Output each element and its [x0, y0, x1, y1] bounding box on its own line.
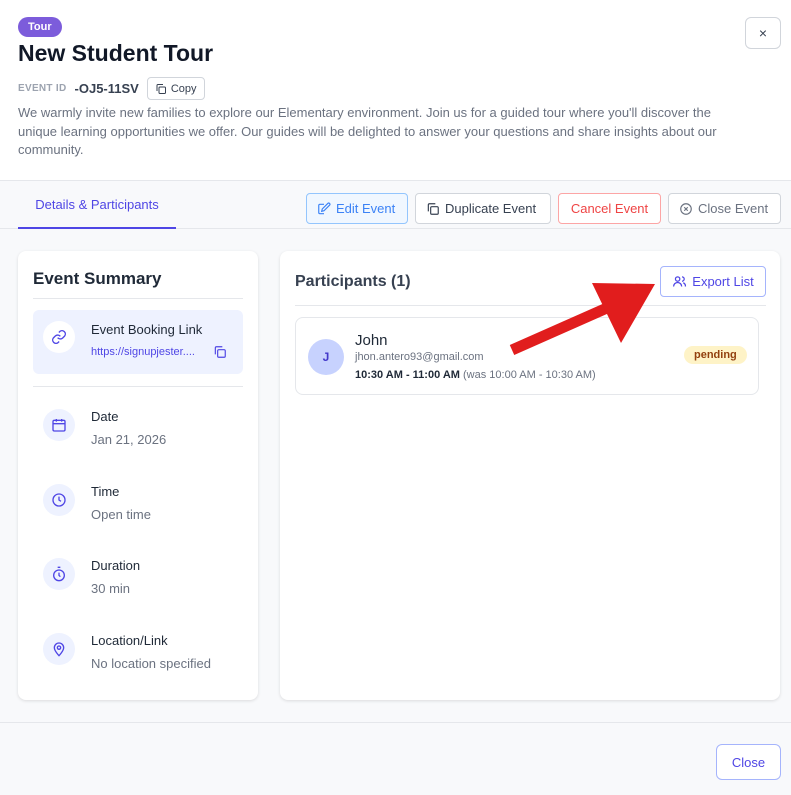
tab-details-participants[interactable]: Details & Participants	[18, 181, 176, 229]
divider	[33, 298, 243, 299]
close-modal-button[interactable]: ×	[745, 17, 781, 49]
modal-footer: Close	[0, 722, 791, 795]
location-item: Location/Link No location specified	[33, 633, 243, 683]
event-summary-title: Event Summary	[33, 269, 162, 288]
edit-event-button[interactable]: Edit Event	[306, 193, 408, 224]
close-icon: ×	[758, 25, 768, 41]
duplicate-event-label: Duplicate Event	[445, 201, 537, 216]
copy-link-icon[interactable]	[213, 345, 227, 359]
time-value: Open time	[91, 507, 151, 522]
divider	[33, 386, 243, 387]
event-id-label: EVENT ID	[18, 83, 67, 94]
export-list-button[interactable]: Export List	[660, 266, 766, 297]
location-label: Location/Link	[91, 633, 168, 648]
duration-item: Duration 30 min	[33, 558, 243, 608]
edit-icon	[317, 202, 331, 216]
stopwatch-icon	[43, 558, 75, 590]
close-event-label: Close Event	[698, 201, 769, 216]
status-badge: pending	[684, 346, 747, 364]
event-id-row: EVENT ID -OJ5-11SV Copy	[18, 77, 205, 100]
event-id-value: -OJ5-11SV	[74, 81, 139, 96]
participant-previous-slot: (was 10:00 AM - 10:30 AM)	[463, 369, 596, 381]
duplicate-event-button[interactable]: Duplicate Event	[415, 193, 551, 224]
users-icon	[672, 274, 687, 289]
date-value: Jan 21, 2026	[91, 432, 167, 447]
export-list-label: Export List	[692, 274, 754, 289]
event-title: New Student Tour	[18, 40, 214, 66]
date-item: Date Jan 21, 2026	[33, 409, 243, 459]
copy-label: Copy	[170, 82, 197, 95]
copy-event-id-button[interactable]: Copy	[146, 77, 205, 100]
link-icon	[43, 321, 75, 353]
date-label: Date	[91, 409, 119, 424]
avatar: J	[308, 339, 344, 375]
modal-content: Event Summary Event Booking Link https:/…	[0, 229, 791, 722]
duplicate-icon	[426, 202, 440, 216]
booking-link[interactable]: https://signupjester....	[91, 346, 206, 358]
event-type-badge: Tour	[18, 17, 62, 37]
participants-title: Participants (1)	[295, 273, 411, 290]
time-label: Time	[91, 484, 120, 499]
event-description: We warmly invite new families to explore…	[18, 105, 717, 157]
modal-header: Tour New Student Tour × EVENT ID -OJ5-11…	[0, 0, 791, 180]
annotation-arrow-icon	[509, 283, 655, 356]
map-pin-icon	[43, 633, 75, 665]
calendar-icon	[43, 409, 75, 441]
participant-email: jhon.antero93@gmail.com	[355, 351, 484, 363]
circle-x-icon	[679, 202, 693, 216]
close-event-button[interactable]: Close Event	[668, 193, 781, 224]
duration-value: 30 min	[91, 581, 131, 596]
duration-label: Duration	[91, 558, 141, 573]
booking-link-box: Event Booking Link https://signupjester.…	[33, 310, 243, 374]
booking-link-label: Event Booking Link	[91, 322, 203, 337]
tab-bar: Details & Participants Edit Event Duplic…	[0, 180, 791, 229]
edit-event-label: Edit Event	[336, 201, 396, 216]
participant-name: John	[355, 332, 388, 349]
participant-slot: 10:30 AM - 11:00 AM	[355, 369, 460, 381]
time-item: Time Open time	[33, 484, 243, 534]
close-button[interactable]: Close	[716, 744, 781, 780]
event-summary-card: Event Summary Event Booking Link https:/…	[18, 251, 258, 700]
location-value: No location specified	[91, 656, 211, 671]
clock-icon	[43, 484, 75, 516]
cancel-event-button[interactable]: Cancel Event	[558, 193, 661, 224]
participant-time: 10:30 AM - 11:00 AM (was 10:00 AM - 10:3…	[355, 369, 596, 381]
copy-icon	[155, 83, 167, 95]
